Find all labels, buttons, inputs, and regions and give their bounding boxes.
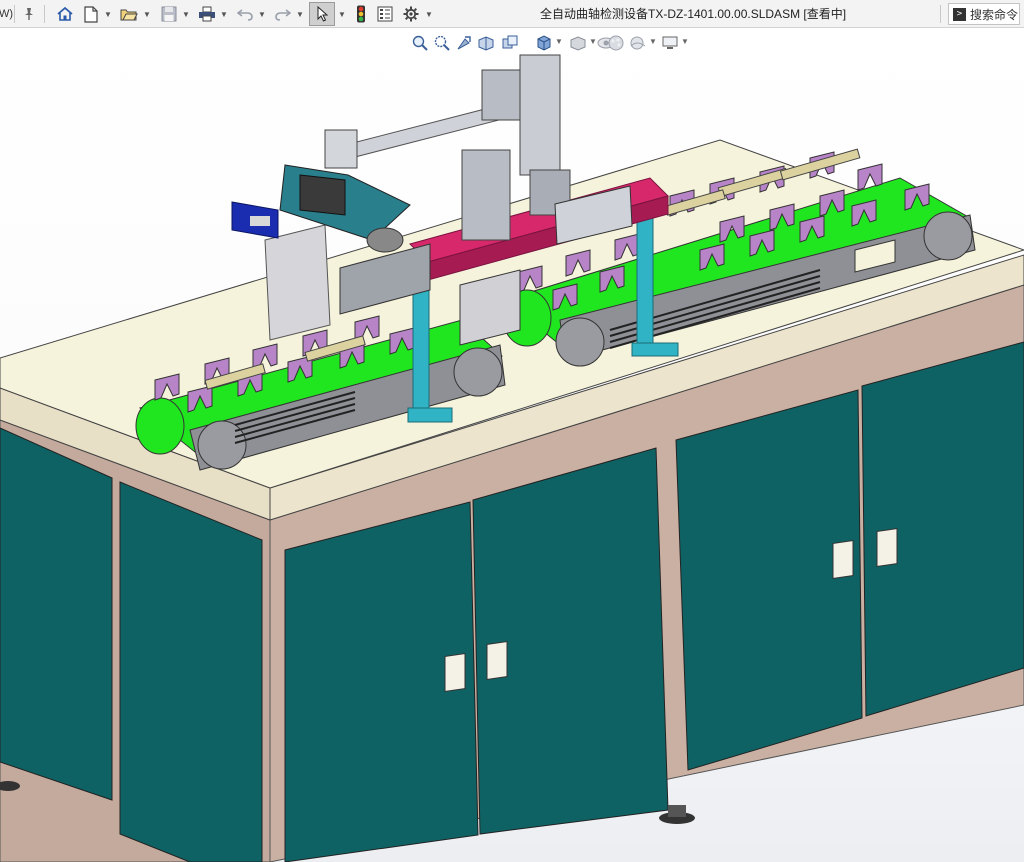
view-orientation-icon[interactable] [534,32,554,54]
print-dropdown-caret[interactable]: ▼ [220,0,228,28]
title-bar: W) ▼ ▼ ▼ ▼ ▼ ▼ ▼ ▼ 全自动曲轴检测设备TX-DZ-1401.0… [0,0,1024,28]
toolbar-divider [940,5,941,23]
menu-fragment[interactable]: W) [0,0,13,28]
zoom-to-fit-icon[interactable] [410,32,430,54]
new-dropdown-caret[interactable]: ▼ [104,0,112,28]
save-icon[interactable] [158,0,180,28]
dynamic-annotation-icon[interactable] [500,32,520,54]
edit-appearance-icon[interactable] [606,32,626,54]
undo-dropdown-caret[interactable]: ▼ [258,0,266,28]
home-icon[interactable] [54,0,76,28]
view-orientation-caret[interactable]: ▼ [555,37,563,46]
assembly-model [0,54,1024,862]
print-icon[interactable] [196,0,218,28]
search-commands-field[interactable]: > 搜索命令 [948,3,1020,25]
open-folder-icon[interactable] [118,0,140,28]
new-document-icon[interactable] [80,0,102,28]
search-commands-label: 搜索命令 [970,7,1019,22]
display-style-icon[interactable] [568,32,588,54]
open-dropdown-caret[interactable]: ▼ [143,0,151,28]
redo-icon[interactable] [272,0,294,28]
view-settings-icon[interactable] [660,32,680,54]
apply-scene-icon[interactable] [628,32,648,54]
zoom-to-area-icon[interactable] [432,32,452,54]
select-cursor-icon[interactable] [309,2,335,26]
pin-icon[interactable] [18,0,40,28]
undo-icon[interactable] [234,0,256,28]
section-view-icon[interactable] [476,32,496,54]
toolbar-divider [44,5,45,23]
apply-scene-caret[interactable]: ▼ [649,37,657,46]
options-gear-icon[interactable] [400,0,422,28]
save-dropdown-caret[interactable]: ▼ [182,0,190,28]
previous-view-icon[interactable] [454,32,474,54]
traffic-light-icon[interactable] [350,0,372,28]
redo-dropdown-caret[interactable]: ▼ [296,0,304,28]
options-dropdown-caret[interactable]: ▼ [425,0,433,28]
graphics-area[interactable] [0,28,1024,862]
window-title: 全自动曲轴检测设备TX-DZ-1401.00.00.SLDASM [查看中] [540,7,847,21]
view-settings-caret[interactable]: ▼ [681,37,689,46]
toolbar-divider [14,5,15,23]
file-properties-icon[interactable] [374,0,396,28]
command-prompt-icon: > [953,7,966,21]
select-dropdown-caret[interactable]: ▼ [338,0,346,28]
